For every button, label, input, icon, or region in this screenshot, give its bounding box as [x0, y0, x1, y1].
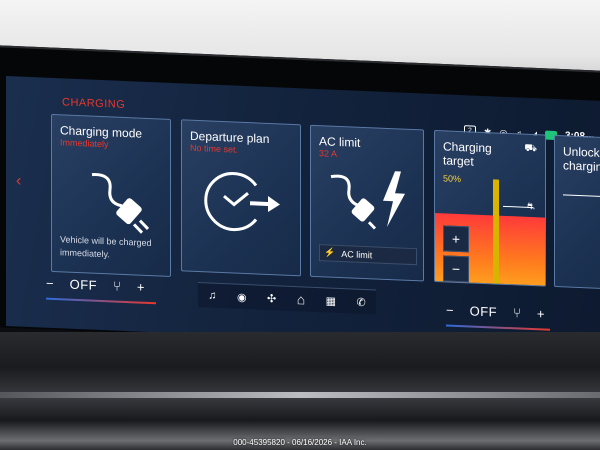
charging-target-card[interactable]: Charging target ⛟ 50% ⛐ + −: [434, 129, 546, 287]
car-icon: ⛐: [527, 200, 535, 212]
left-temp-decrease[interactable]: −: [46, 276, 54, 291]
watermark: 000-45395820 - 06/16/2026 - IAA Inc.: [233, 438, 367, 447]
phone-icon[interactable]: ✆: [357, 295, 366, 308]
target-increase-button[interactable]: +: [443, 225, 469, 253]
right-temp-increase[interactable]: +: [537, 306, 545, 321]
right-temp-indicator: [446, 324, 550, 331]
left-temp-indicator: [46, 297, 156, 305]
dashboard-trim: [0, 332, 600, 450]
card-description: Vehicle will be charged immediately.: [60, 234, 152, 260]
card-subtitle: 32 A: [319, 148, 338, 159]
right-seat-heat-icon[interactable]: ⑂: [513, 305, 521, 320]
home-icon[interactable]: ⌂: [297, 291, 305, 307]
charging-plug-icon: [91, 173, 150, 234]
dock: ♫ ◉ ✣ ⌂ ▦ ✆: [198, 282, 376, 315]
ac-limit-button[interactable]: ⚡ AC limit: [319, 244, 417, 266]
plug-lightning-icon: [330, 171, 405, 230]
right-temp-decrease[interactable]: −: [446, 302, 454, 317]
target-decrease-button[interactable]: −: [443, 255, 469, 283]
card-graphic: [563, 194, 600, 198]
departure-plan-card[interactable]: Departure plan No time set.: [181, 119, 301, 277]
ac-limit-button-label: AC limit: [341, 248, 373, 260]
infotainment-screen: CHARGING 2 ✱ ◎ ♫ ◢ 3:08pm ‹ Charging mod…: [6, 76, 600, 351]
left-temp-value[interactable]: OFF: [70, 277, 98, 293]
left-climate-control: − OFF ⑂ +: [46, 276, 145, 295]
charging-mode-card[interactable]: Charging mode Immediately Vehicle will b…: [51, 113, 171, 277]
clock-arrow-icon: [204, 172, 280, 232]
back-chevron-icon[interactable]: ‹: [16, 172, 21, 190]
left-seat-heat-icon[interactable]: ⑂: [113, 278, 121, 293]
ac-limit-button-icon: ⚡: [324, 247, 336, 258]
card-title: Charging target: [443, 139, 492, 169]
navigation-icon[interactable]: ◉: [237, 290, 247, 303]
unlock-charging-card[interactable]: Unlock charging: [554, 134, 600, 291]
dashboard-chrome-strip: [0, 392, 600, 398]
target-ruler: [493, 179, 499, 287]
section-title: CHARGING: [62, 96, 126, 111]
music-icon[interactable]: ♫: [208, 289, 216, 301]
right-climate-control: − OFF ⑂ +: [446, 302, 545, 321]
target-percent: 50%: [443, 173, 462, 185]
right-temp-value[interactable]: OFF: [470, 303, 498, 319]
card-title: Unlock charging: [563, 144, 600, 175]
card-subtitle: No time set.: [190, 142, 239, 155]
apps-icon[interactable]: ▦: [326, 294, 336, 307]
charging-flag-icon: ⛟: [524, 142, 537, 155]
left-temp-increase[interactable]: +: [137, 279, 145, 294]
ac-limit-card[interactable]: AC limit 32 A ⚡ AC limit: [310, 124, 424, 282]
fan-icon[interactable]: ✣: [267, 291, 276, 304]
card-subtitle: Immediately: [60, 137, 109, 150]
